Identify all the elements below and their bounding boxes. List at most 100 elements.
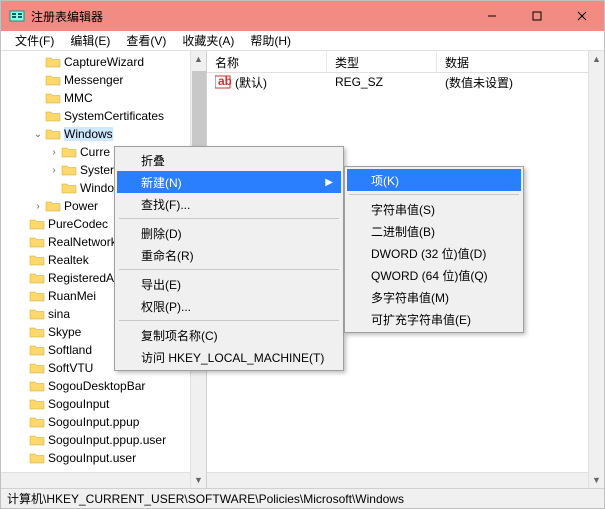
- ctx-new[interactable]: 新建(N) ▶: [117, 171, 341, 193]
- ctx-find[interactable]: 查找(F)...: [117, 193, 341, 215]
- ctx-copykey[interactable]: 复制项名称(C): [117, 324, 341, 346]
- folder-icon: [29, 361, 45, 375]
- folder-icon: [29, 253, 45, 267]
- folder-icon: [29, 217, 45, 231]
- ctx-goto[interactable]: 访问 HKEY_LOCAL_MACHINE(T): [117, 346, 341, 368]
- folder-icon: [29, 415, 45, 429]
- tree-node-label: SystemCertificates: [64, 109, 164, 123]
- tree-node[interactable]: SogouInput.ppup: [1, 413, 206, 431]
- window-title: 注册表编辑器: [31, 8, 469, 25]
- ctx-new-string-label: 字符串值(S): [371, 201, 435, 218]
- tree-node[interactable]: SogouInput.ppup.user: [1, 431, 206, 449]
- ctx-new-dword[interactable]: DWORD (32 位)值(D): [347, 242, 521, 264]
- tree-node-label: RuanMei: [48, 289, 96, 303]
- scroll-down-icon[interactable]: ▼: [194, 472, 203, 488]
- ctx-collapse[interactable]: 折叠: [117, 149, 341, 171]
- tree-node[interactable]: MMC: [1, 89, 206, 107]
- scroll-up-icon[interactable]: ▲: [592, 51, 601, 67]
- ctx-new-dword-label: DWORD (32 位)值(D): [371, 245, 486, 262]
- tree-node-label: Softland: [48, 343, 92, 357]
- ctx-new-key[interactable]: 项(K): [347, 169, 521, 191]
- col-data[interactable]: 数据: [437, 51, 604, 72]
- tree-hscrollbar[interactable]: [1, 472, 190, 488]
- list-scrollbar[interactable]: ▲ ▼: [588, 51, 604, 488]
- ctx-new-qword-label: QWORD (64 位)值(Q): [371, 267, 488, 284]
- tree-node-label: sina: [48, 307, 70, 321]
- separator: [119, 269, 339, 270]
- separator: [119, 218, 339, 219]
- menu-file[interactable]: 文件(F): [7, 30, 62, 51]
- tree-node-label: SogouInput.ppup: [48, 415, 139, 429]
- ctx-delete-label: 删除(D): [141, 225, 182, 242]
- ctx-copykey-label: 复制项名称(C): [141, 327, 218, 344]
- menubar: 文件(F) 编辑(E) 查看(V) 收藏夹(A) 帮助(H): [1, 31, 604, 51]
- folder-icon: [45, 55, 61, 69]
- menu-help[interactable]: 帮助(H): [242, 30, 299, 51]
- tree-node-label: Windows: [64, 127, 113, 141]
- ctx-new-multi-label: 多字符串值(M): [371, 289, 449, 306]
- folder-icon: [45, 127, 61, 141]
- chevron-right-icon[interactable]: ›: [31, 201, 45, 212]
- tree-node-label: Skype: [48, 325, 81, 339]
- ctx-rename[interactable]: 重命名(R): [117, 244, 341, 266]
- status-path: 计算机\HKEY_CURRENT_USER\SOFTWARE\Policies\…: [7, 490, 404, 507]
- tree-node[interactable]: SogouDesktopBar: [1, 377, 206, 395]
- menu-favorites[interactable]: 收藏夹(A): [174, 30, 242, 51]
- separator: [349, 194, 519, 195]
- context-menu: 折叠 新建(N) ▶ 查找(F)... 删除(D) 重命名(R) 导出(E) 权…: [114, 146, 344, 371]
- tree-node[interactable]: SogouInput.user: [1, 449, 206, 467]
- close-button[interactable]: [559, 1, 604, 31]
- folder-icon: [45, 73, 61, 87]
- ctx-collapse-label: 折叠: [141, 152, 165, 169]
- ctx-new-multi[interactable]: 多字符串值(M): [347, 286, 521, 308]
- titlebar: 注册表编辑器: [1, 1, 604, 31]
- menu-view[interactable]: 查看(V): [118, 30, 174, 51]
- tree-node-label: SogouDesktopBar: [48, 379, 145, 393]
- ctx-new-string[interactable]: 字符串值(S): [347, 198, 521, 220]
- list-row[interactable]: ab (默认) REG_SZ (数值未设置): [207, 73, 604, 91]
- maximize-button[interactable]: [514, 1, 559, 31]
- tree-node-label: MMC: [64, 91, 93, 105]
- minimize-button[interactable]: [469, 1, 514, 31]
- chevron-right-icon[interactable]: ›: [47, 165, 61, 176]
- ctx-new-qword[interactable]: QWORD (64 位)值(Q): [347, 264, 521, 286]
- tree-node[interactable]: SystemCertificates: [1, 107, 206, 125]
- tree-node[interactable]: Messenger: [1, 71, 206, 89]
- ctx-find-label: 查找(F)...: [141, 196, 190, 213]
- scroll-up-icon[interactable]: ▲: [194, 51, 203, 67]
- ctx-new-binary[interactable]: 二进制值(B): [347, 220, 521, 242]
- tree-node-label: SoftVTU: [48, 361, 93, 375]
- tree-node[interactable]: ⌄ Windows: [1, 125, 206, 143]
- app-icon: [9, 8, 25, 24]
- folder-icon: [29, 451, 45, 465]
- col-name[interactable]: 名称: [207, 51, 327, 72]
- svg-text:ab: ab: [218, 75, 231, 88]
- scroll-down-icon[interactable]: ▼: [592, 472, 601, 488]
- tree-node-label: CaptureWizard: [64, 55, 144, 69]
- tree-node-label: SogouInput: [48, 397, 109, 411]
- submenu-arrow-icon: ▶: [325, 177, 333, 188]
- ctx-new-binary-label: 二进制值(B): [371, 223, 435, 240]
- chevron-right-icon[interactable]: ›: [47, 147, 61, 158]
- col-type[interactable]: 类型: [327, 51, 437, 72]
- tree-node-label: RealNetworks: [48, 235, 123, 249]
- tree-node[interactable]: CaptureWizard: [1, 53, 206, 71]
- list-hscrollbar[interactable]: [207, 472, 588, 488]
- ctx-new-expand[interactable]: 可扩充字符串值(E): [347, 308, 521, 330]
- chevron-down-icon[interactable]: ⌄: [31, 129, 45, 140]
- tree-node[interactable]: SogouInput: [1, 395, 206, 413]
- list-header: 名称 类型 数据: [207, 51, 604, 73]
- ctx-export[interactable]: 导出(E): [117, 273, 341, 295]
- menu-edit[interactable]: 编辑(E): [62, 30, 118, 51]
- ctx-permissions-label: 权限(P)...: [141, 298, 191, 315]
- folder-icon: [61, 145, 77, 159]
- folder-icon: [29, 235, 45, 249]
- folder-icon: [29, 271, 45, 285]
- tree-node-label: Curre: [80, 145, 110, 159]
- tree-node-label: SogouInput.user: [48, 451, 136, 465]
- ctx-delete[interactable]: 删除(D): [117, 222, 341, 244]
- ctx-permissions[interactable]: 权限(P)...: [117, 295, 341, 317]
- tree-node-label: Syster: [80, 163, 114, 177]
- cell-data: (数值未设置): [437, 74, 604, 91]
- ctx-goto-label: 访问 HKEY_LOCAL_MACHINE(T): [141, 349, 324, 366]
